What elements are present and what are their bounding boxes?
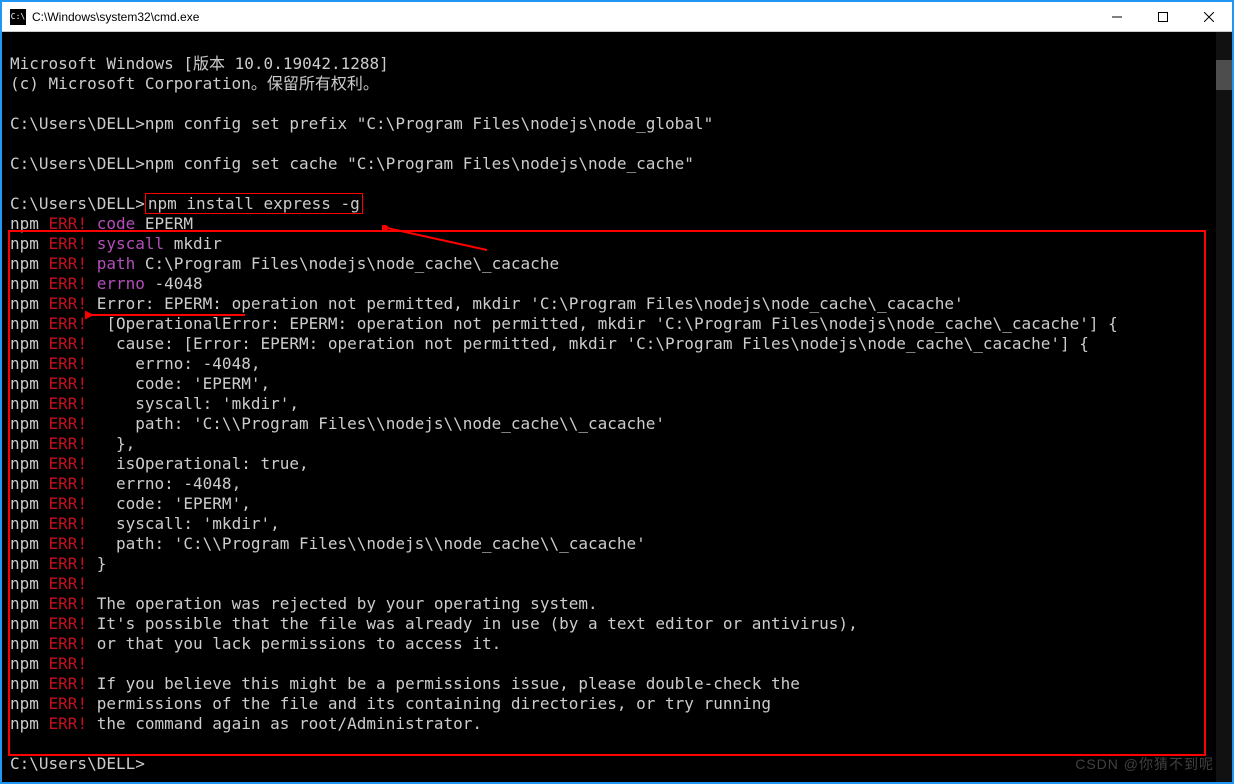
err-line-14: npm ERR! errno: -4048, (10, 474, 241, 493)
err-line-11: npm ERR! path: 'C:\\Program Files\\nodej… (10, 414, 665, 433)
highlighted-command: npm install express -g (145, 193, 363, 214)
err-line-12: npm ERR! }, (10, 434, 135, 453)
err-line-17: npm ERR! path: 'C:\\Program Files\\nodej… (10, 534, 646, 553)
err-line-9: npm ERR! code: 'EPERM', (10, 374, 270, 393)
close-button[interactable] (1186, 2, 1232, 32)
copyright-line: (c) Microsoft Corporation。保留所有权利。 (10, 74, 379, 93)
cmd-2: npm config set cache "C:\Program Files\n… (145, 154, 694, 173)
window-title: C:\Windows\system32\cmd.exe (32, 10, 199, 24)
err-line-25: npm ERR! permissions of the file and its… (10, 694, 771, 713)
err-line-24: npm ERR! If you believe this might be a … (10, 674, 800, 693)
err-line-26: npm ERR! the command again as root/Admin… (10, 714, 482, 733)
minimize-button[interactable] (1094, 2, 1140, 32)
err-line-20: npm ERR! The operation was rejected by y… (10, 594, 598, 613)
err-line-10: npm ERR! syscall: 'mkdir', (10, 394, 299, 413)
prompt-3: C:\Users\DELL>npm install express -g (10, 193, 363, 214)
err-line-8: npm ERR! errno: -4048, (10, 354, 260, 373)
err-line-15: npm ERR! code: 'EPERM', (10, 494, 251, 513)
err-line-19: npm ERR! (10, 574, 97, 593)
err-line-6: npm ERR! [OperationalError: EPERM: opera… (10, 314, 1118, 333)
err-line-2: npm ERR! syscall mkdir (10, 234, 222, 253)
terminal-scrollbar-thumb[interactable] (1216, 60, 1232, 90)
prompt-1: C:\Users\DELL>npm config set prefix "C:\… (10, 114, 713, 133)
cmd-1: npm config set prefix "C:\Program Files\… (145, 114, 713, 133)
err-line-7: npm ERR! cause: [Error: EPERM: operation… (10, 334, 1089, 353)
prompt-4[interactable]: C:\Users\DELL> (10, 754, 145, 773)
terminal-scrollbar[interactable] (1216, 32, 1232, 782)
titlebar[interactable]: C:\ C:\Windows\system32\cmd.exe (2, 2, 1232, 32)
err-line-13: npm ERR! isOperational: true, (10, 454, 309, 473)
err-line-22: npm ERR! or that you lack permissions to… (10, 634, 501, 653)
err-line-3: npm ERR! path C:\Program Files\nodejs\no… (10, 254, 559, 273)
cmd-window: C:\ C:\Windows\system32\cmd.exe Microsof… (2, 2, 1232, 782)
watermark-text: CSDN @你猜不到呢 (1075, 754, 1214, 774)
err-line-4: npm ERR! errno -4048 (10, 274, 203, 293)
annotation-arrow-command-icon (382, 225, 492, 255)
err-line-16: npm ERR! syscall: 'mkdir', (10, 514, 280, 533)
cmd-app-icon: C:\ (10, 9, 26, 25)
terminal-body[interactable]: Microsoft Windows [版本 10.0.19042.1288] (… (2, 32, 1232, 782)
err-line-5: npm ERR! Error: EPERM: operation not per… (10, 294, 964, 313)
err-line-21: npm ERR! It's possible that the file was… (10, 614, 858, 633)
maximize-button[interactable] (1140, 2, 1186, 32)
err-line-1: npm ERR! code EPERM (10, 214, 193, 233)
err-line-23: npm ERR! (10, 654, 97, 673)
err-line-18: npm ERR! } (10, 554, 106, 573)
prompt-2: C:\Users\DELL>npm config set cache "C:\P… (10, 154, 694, 173)
winver-line: Microsoft Windows [版本 10.0.19042.1288] (10, 54, 389, 73)
